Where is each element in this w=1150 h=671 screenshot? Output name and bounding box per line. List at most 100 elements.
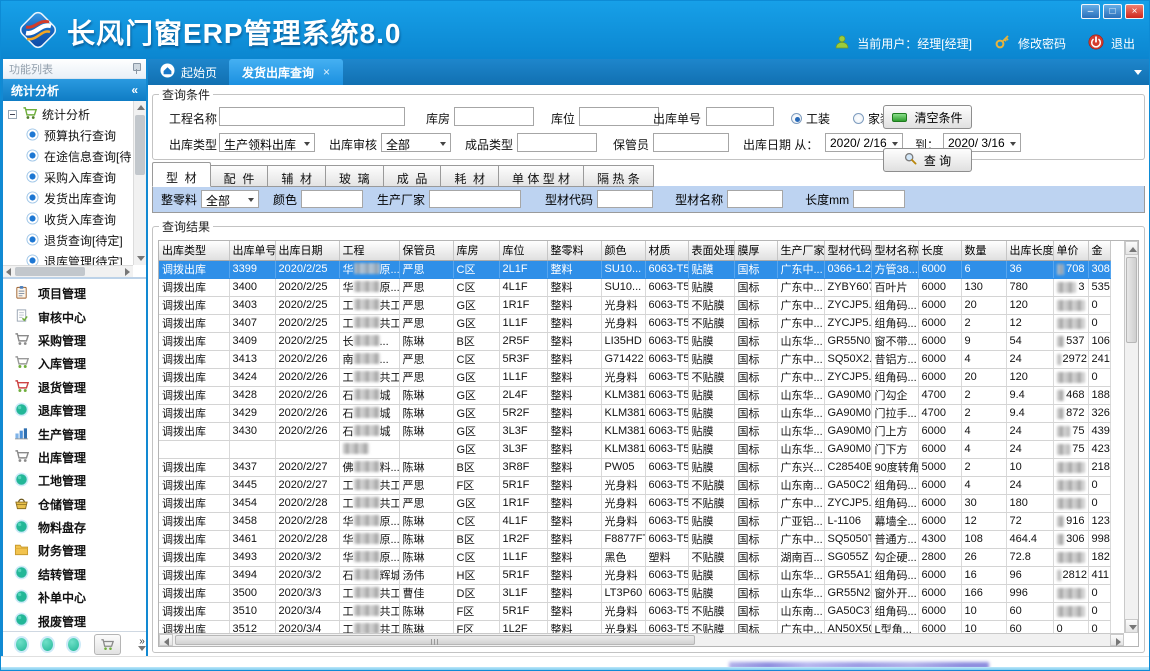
clear-conditions-button[interactable]: 清空条件 bbox=[883, 105, 972, 129]
table-row[interactable]: G区3L3F整料KLM38176063-T5贴膜国标山东华...GA90M09.… bbox=[159, 440, 1110, 458]
material-tab-2[interactable]: 配 件 bbox=[211, 165, 269, 187]
column-header[interactable]: 出库日期 bbox=[275, 241, 339, 260]
material-tab-7[interactable]: 单 体 型 材 bbox=[499, 165, 584, 187]
scroll-right-icon[interactable] bbox=[1116, 638, 1121, 646]
grid-vscroll-thumb[interactable] bbox=[1126, 257, 1137, 343]
column-header[interactable]: 出库类型 bbox=[159, 241, 229, 260]
close-button[interactable]: × bbox=[1125, 4, 1144, 19]
tree-collapse-icon[interactable] bbox=[8, 110, 17, 119]
sidebar-item-补单中心[interactable]: 补单中心 bbox=[3, 586, 146, 609]
table-row[interactable]: 调拨出库34452020/2/27工共工程严思F区5R1F整料光身料6063-T… bbox=[159, 476, 1110, 494]
profile-code-input[interactable] bbox=[597, 190, 653, 208]
product-type-input[interactable] bbox=[517, 133, 597, 152]
maximize-button[interactable]: □ bbox=[1103, 4, 1122, 19]
sidebar-item-退货管理[interactable]: 退货管理 bbox=[3, 376, 146, 399]
grid-horizontal-scrollbar[interactable] bbox=[159, 633, 1124, 646]
grid-hscroll-thumb[interactable] bbox=[175, 635, 695, 645]
tab-close-icon[interactable]: × bbox=[323, 65, 330, 79]
table-row[interactable]: 调拨出库34542020/2/28工共工程严思G区1R1F整料光身料6063-T… bbox=[159, 494, 1110, 512]
table-row[interactable]: 调拨出库34292020/2/26石城陈琳G区5R2F整料KLM38176063… bbox=[159, 404, 1110, 422]
teal-circle-icon[interactable] bbox=[16, 638, 27, 651]
manufacturer-input[interactable] bbox=[429, 190, 521, 208]
tree-item[interactable]: 发货出库查询 bbox=[8, 188, 133, 209]
caret-down-icon[interactable] bbox=[138, 646, 146, 651]
column-header[interactable]: 型材名称 bbox=[871, 241, 918, 260]
section-header[interactable]: 统计分析 « bbox=[3, 79, 146, 101]
material-tab-5[interactable]: 成 品 bbox=[384, 165, 442, 187]
profile-name-input[interactable] bbox=[727, 190, 783, 208]
tree-item[interactable]: 预算执行查询 bbox=[8, 125, 133, 146]
table-row[interactable]: 调拨出库34132020/2/26南...严思C区5R3F整料G71422606… bbox=[159, 350, 1110, 368]
chevrons-label[interactable]: » bbox=[139, 638, 145, 646]
table-row[interactable]: 调拨出库34932020/3/2华原...陈琳C区1L1F整料黑色塑料不贴膜国标… bbox=[159, 548, 1110, 566]
scroll-down-icon[interactable] bbox=[137, 256, 145, 261]
sidebar-item-出库管理[interactable]: 出库管理 bbox=[3, 446, 146, 469]
column-header[interactable]: 出库单号 bbox=[229, 241, 275, 260]
column-header[interactable]: 表面处理 bbox=[688, 241, 734, 260]
table-row[interactable]: 调拨出库35002020/3/3工共工程曹佳D区3L1F整料LT3P606063… bbox=[159, 584, 1110, 602]
project-name-input[interactable] bbox=[219, 107, 405, 126]
keeper-input[interactable] bbox=[653, 133, 729, 152]
sidebar-item-项目管理[interactable]: 项目管理 bbox=[3, 282, 146, 305]
tree-vertical-scrollbar[interactable] bbox=[133, 101, 146, 265]
cart-button[interactable] bbox=[94, 634, 121, 655]
teal-circle-icon[interactable] bbox=[42, 638, 53, 651]
tree-hscroll-thumb[interactable] bbox=[15, 267, 85, 276]
column-header[interactable]: 生产厂家 bbox=[777, 241, 824, 260]
grid-vertical-scrollbar[interactable] bbox=[1124, 241, 1138, 633]
tree-item[interactable]: 在途信息查询[待 bbox=[8, 146, 133, 167]
sidebar-item-退库管理[interactable]: 退库管理 bbox=[3, 399, 146, 422]
material-tab-3[interactable]: 辅 材 bbox=[268, 165, 326, 187]
sidebar-item-工地管理[interactable]: 工地管理 bbox=[3, 469, 146, 492]
sidebar-more-control[interactable]: » bbox=[138, 638, 146, 651]
location-input[interactable] bbox=[579, 107, 659, 126]
length-input[interactable] bbox=[853, 190, 905, 208]
audit-select[interactable]: 全部 bbox=[381, 133, 451, 152]
tree-root[interactable]: 统计分析 bbox=[8, 104, 133, 125]
tree-item[interactable]: 退库管理[待定] bbox=[8, 251, 133, 265]
material-tab-6[interactable]: 耗 材 bbox=[441, 165, 499, 187]
table-row[interactable]: 调拨出库34002020/2/25华原...严思C区4L1F整料SU10...6… bbox=[159, 278, 1110, 296]
column-header[interactable]: 材质 bbox=[645, 241, 688, 260]
logout-link[interactable]: 退出 bbox=[1111, 35, 1135, 52]
color-input[interactable] bbox=[301, 190, 363, 208]
scroll-right-icon[interactable] bbox=[125, 268, 130, 276]
change-password-link[interactable]: 修改密码 bbox=[1018, 35, 1066, 52]
column-header[interactable]: 工程 bbox=[339, 241, 399, 260]
scroll-up-icon[interactable] bbox=[1129, 247, 1137, 252]
warehouse-input[interactable] bbox=[454, 107, 534, 126]
table-row[interactable]: 调拨出库34612020/2/28华原...陈琳B区1R2F整料F8877FT6… bbox=[159, 530, 1110, 548]
collapse-icon[interactable]: « bbox=[131, 83, 138, 97]
material-tab-8[interactable]: 隔 热 条 bbox=[584, 165, 654, 187]
scroll-left-icon[interactable] bbox=[164, 638, 169, 646]
column-header[interactable]: 数量 bbox=[961, 241, 1006, 260]
table-row[interactable]: 调拨出库33992020/2/25华原...严思C区2L1F整料SU10...6… bbox=[159, 260, 1110, 278]
column-header[interactable]: 单价 bbox=[1053, 241, 1088, 260]
scroll-down-icon[interactable] bbox=[1129, 625, 1137, 630]
column-header[interactable]: 长度 bbox=[918, 241, 961, 260]
column-header[interactable]: 颜色 bbox=[601, 241, 645, 260]
out-type-select[interactable]: 生产领料出库 bbox=[219, 133, 315, 152]
table-row[interactable]: 调拨出库34092020/2/25长...陈琳B区2R5F整料LI35HD606… bbox=[159, 332, 1110, 350]
tree-item[interactable]: 退货查询[待定] bbox=[8, 230, 133, 251]
column-header[interactable]: 型材代码 bbox=[824, 241, 871, 260]
column-header[interactable]: 金 bbox=[1088, 241, 1110, 260]
sidebar-item-仓储管理[interactable]: 仓储管理 bbox=[3, 493, 146, 516]
sidebar-item-物料盘存[interactable]: 物料盘存 bbox=[3, 516, 146, 539]
sidebar-item-财务管理[interactable]: 财务管理 bbox=[3, 539, 146, 562]
tree-horizontal-scrollbar[interactable] bbox=[3, 265, 133, 277]
scroll-up-icon[interactable] bbox=[137, 105, 145, 110]
tree-item[interactable]: 收货入库查询 bbox=[8, 209, 133, 230]
tree-vscroll-thumb[interactable] bbox=[135, 115, 145, 175]
table-row[interactable]: 调拨出库34032020/2/25工共工程严思G区1R1F整料光身料6063-T… bbox=[159, 296, 1110, 314]
table-row[interactable]: 调拨出库34072020/2/25工共工程严思G区1L1F整料光身料6063-T… bbox=[159, 314, 1110, 332]
radio-gongzhuang[interactable]: 工装 bbox=[791, 110, 830, 127]
pin-icon[interactable] bbox=[132, 63, 140, 74]
table-row[interactable]: 调拨出库34942020/3/2石辉城汤伟H区5R1F整料光身料6063-T5贴… bbox=[159, 566, 1110, 584]
sidebar-item-审核中心[interactable]: 审核中心 bbox=[3, 305, 146, 328]
tree-item[interactable]: 采购入库查询 bbox=[8, 167, 133, 188]
tab-active[interactable]: 发货出库查询 × bbox=[229, 59, 343, 85]
minimize-button[interactable]: – bbox=[1081, 4, 1100, 19]
sidebar-item-生产管理[interactable]: 生产管理 bbox=[3, 422, 146, 445]
material-tab-4[interactable]: 玻 璃 bbox=[326, 165, 384, 187]
